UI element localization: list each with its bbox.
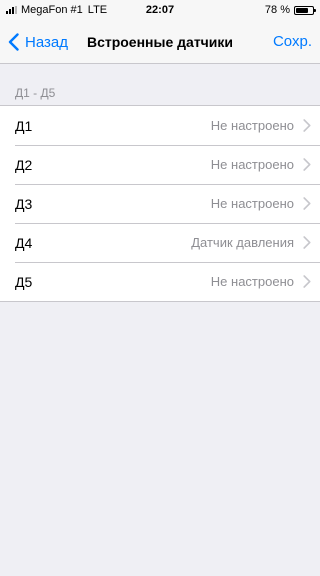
sensor-label: Д5 — [15, 273, 33, 290]
sensor-label: Д2 — [15, 156, 33, 173]
chevron-right-icon — [303, 158, 311, 171]
chevron-right-icon — [303, 197, 311, 210]
sensor-list: Д1 Не настроено Д2 Не настроено Д3 Не на… — [0, 105, 320, 302]
save-button[interactable]: Сохр. — [273, 20, 312, 64]
sensor-row-d3[interactable]: Д3 Не настроено — [0, 184, 320, 223]
chevron-right-icon — [303, 236, 311, 249]
chevron-right-icon — [303, 119, 311, 132]
sensor-status: Не настроено — [210, 118, 294, 133]
sensor-label: Д1 — [15, 117, 33, 134]
sensor-row-d2[interactable]: Д2 Не настроено — [0, 145, 320, 184]
battery-fill — [296, 7, 308, 13]
sensor-row-d4[interactable]: Д4 Датчик давления — [0, 223, 320, 262]
sensor-status: Не настроено — [210, 196, 294, 211]
sensor-row-d5[interactable]: Д5 Не настроено — [0, 262, 320, 301]
battery-icon — [294, 5, 316, 15]
sensor-label: Д4 — [15, 234, 33, 251]
section-header: Д1 - Д5 — [15, 86, 56, 100]
chevron-right-icon — [303, 275, 311, 288]
battery-percentage: 78 % — [264, 4, 290, 16]
sensor-label: Д3 — [15, 195, 33, 212]
sensor-status: Не настроено — [210, 157, 294, 172]
sensor-row-d1[interactable]: Д1 Не настроено — [0, 106, 320, 145]
navigation-bar: Назад Встроенные датчики Сохр. — [0, 20, 320, 64]
sensor-status: Датчик давления — [191, 235, 294, 250]
status-bar: MegaFon #1 LTE 22:07 78 % — [0, 0, 320, 20]
sensor-status: Не настроено — [210, 274, 294, 289]
status-bar-right: 78 % — [264, 4, 316, 16]
